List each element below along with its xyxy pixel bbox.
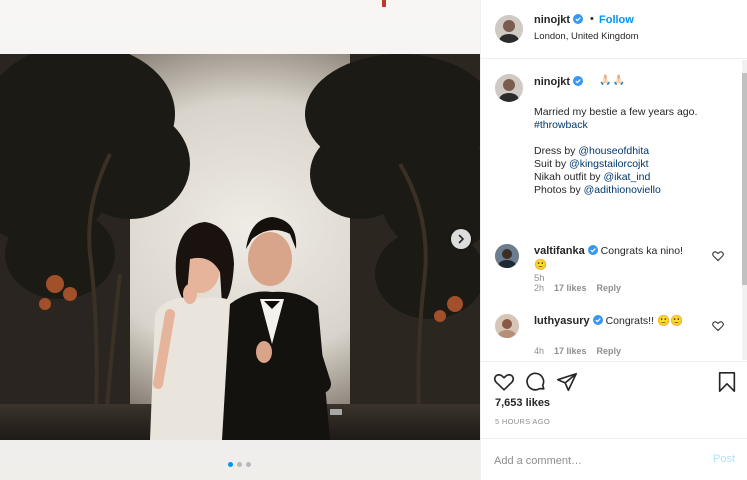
follow-button[interactable]: Follow [599, 14, 634, 26]
caption-line: Married my bestie a few years ago. [534, 106, 698, 118]
heart-icon[interactable] [493, 371, 515, 393]
scrollbar-thumb[interactable] [742, 73, 747, 285]
comment-input[interactable] [494, 452, 694, 470]
comment-emoji: 🙂🙂 [656, 315, 684, 327]
likes-count[interactable]: 7,653 likes [495, 397, 550, 409]
avatar[interactable] [495, 15, 523, 43]
post-author-username[interactable]: ninojkt [534, 14, 584, 26]
post-date[interactable]: 5 HOURS AGO [495, 417, 550, 426]
credit-line: Photos by @adithionoviello [534, 184, 734, 197]
bookmark-icon[interactable] [716, 371, 738, 393]
credit-prefix: Dress by [534, 145, 579, 157]
mention-link[interactable]: @houseofdhita [578, 145, 649, 157]
comment-item: luthyasury Congrats!! 🙂🙂 4h 17 likes Rep… [481, 310, 747, 360]
credit-prefix: Suit by [534, 158, 570, 170]
post-media [0, 0, 480, 480]
mention-link[interactable]: @ikat_ind [603, 171, 650, 183]
credit-prefix: Nikah outfit by [534, 171, 604, 183]
comment-username[interactable]: valtifanka [534, 245, 598, 257]
carousel-dot [228, 462, 233, 467]
comment-time[interactable]: 2h [534, 283, 544, 293]
comment-likes[interactable]: 17 likes [554, 346, 587, 356]
mention-link[interactable]: @adithionoviello [584, 184, 661, 196]
comment-body: Congrats ka nino! [600, 245, 683, 257]
comment-time[interactable]: 4h [534, 346, 544, 356]
wedding-photo [0, 54, 480, 440]
red-mark [382, 0, 386, 7]
caption-username[interactable]: ninojkt [534, 76, 584, 88]
separator-dot: • [590, 13, 594, 25]
username-text[interactable]: ninojkt [534, 14, 570, 26]
post-location[interactable]: London, United Kingdom [534, 31, 639, 42]
credit-line: Dress by @houseofdhita [534, 145, 734, 158]
hashtag-link[interactable]: #throwback [534, 119, 734, 132]
carousel-dot [246, 462, 251, 467]
comment-item: valtifanka Congrats ka nino! 🙂 2h 17 lik… [481, 240, 747, 300]
verified-badge-icon [573, 14, 584, 24]
avatar[interactable] [495, 314, 519, 338]
mention-link[interactable]: @kingstailorcojkt [569, 158, 649, 170]
credit-prefix: Photos by [534, 184, 584, 196]
comment-text: luthyasury Congrats!! 🙂🙂 [534, 314, 704, 328]
heart-icon[interactable] [712, 250, 724, 262]
post-side-panel: ninojkt • Follow London, United Kingdom … [480, 0, 747, 480]
credit-line: Suit by @kingstailorcojkt [534, 158, 734, 171]
caption-text: Married my bestie a few years ago. #thro… [534, 106, 734, 197]
heart-icon[interactable] [712, 320, 724, 332]
post-header: ninojkt • Follow London, United Kingdom [481, 0, 747, 59]
credit-line: Nikah outfit by @ikat_ind [534, 171, 734, 184]
username-text[interactable]: luthyasury [534, 315, 590, 327]
comment-meta: 2h 17 likes Reply [534, 283, 621, 293]
carousel-dot [237, 462, 242, 467]
comment-icon[interactable] [525, 371, 547, 393]
comment-emoji: 🙂 [534, 259, 548, 271]
carousel-indicator [228, 462, 251, 467]
comments-scrollbar[interactable] [742, 60, 747, 360]
verified-badge-icon [587, 245, 598, 255]
chevron-right-icon [458, 234, 465, 244]
avatar[interactable] [495, 244, 519, 268]
post-comment-button[interactable]: Post [713, 453, 735, 465]
verified-badge-icon [573, 76, 584, 86]
avatar[interactable] [495, 74, 523, 102]
share-icon[interactable] [556, 371, 578, 393]
comment-meta: 4h 17 likes Reply [534, 346, 621, 356]
carousel-next-button[interactable] [451, 229, 471, 249]
reply-button[interactable]: Reply [597, 346, 622, 356]
username-text[interactable]: valtifanka [534, 245, 585, 257]
comment-text: valtifanka Congrats ka nino! 🙂 [534, 244, 704, 272]
comment-likes[interactable]: 17 likes [554, 283, 587, 293]
verified-badge-icon [592, 315, 603, 325]
post-actions: 7,653 likes 5 HOURS AGO Post [481, 361, 747, 480]
comments-list: ninojkt 🙏🏻🙏🏻 Married my bestie a few yea… [481, 60, 747, 360]
comment-body: Congrats!! [605, 315, 655, 327]
reply-button[interactable]: Reply [597, 283, 622, 293]
comment-composer: Post [481, 438, 747, 480]
comment-username[interactable]: luthyasury [534, 315, 603, 327]
caption-emoji: 🙏🏻🙏🏻 [599, 75, 626, 86]
username-text[interactable]: ninojkt [534, 76, 570, 88]
